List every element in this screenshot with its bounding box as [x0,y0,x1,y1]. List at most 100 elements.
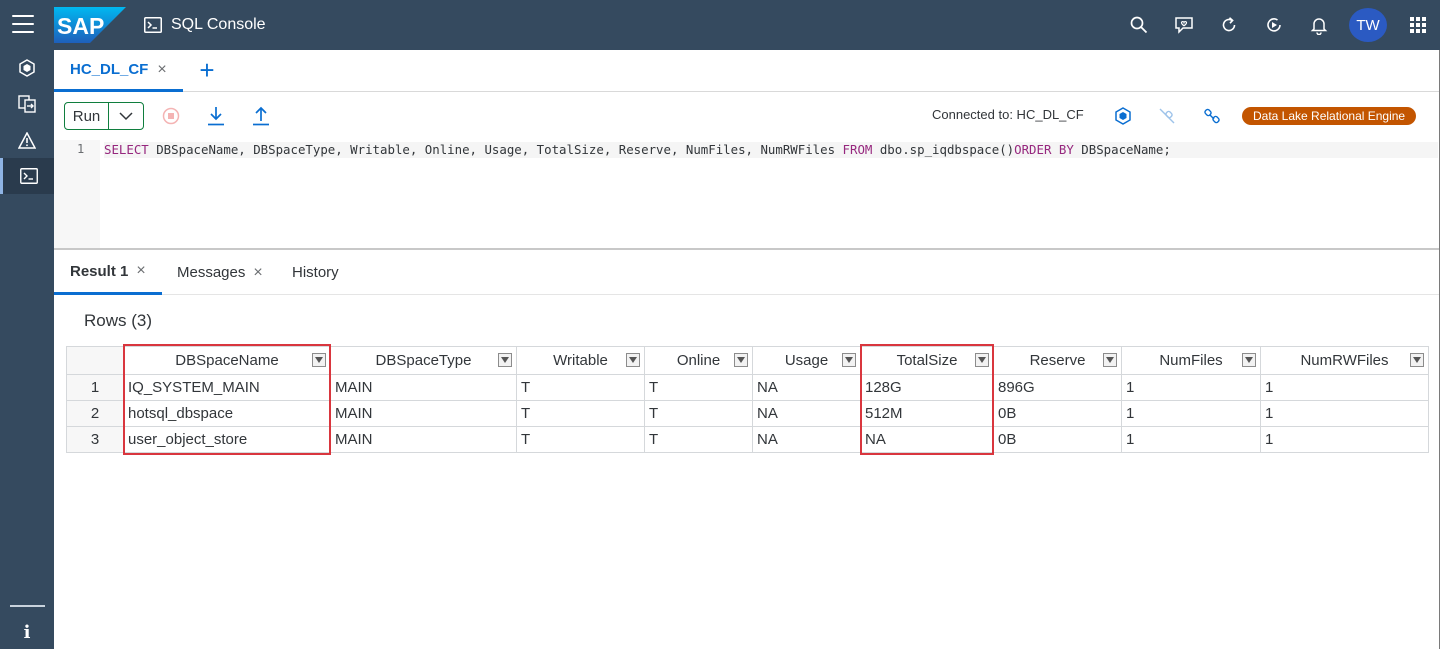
table-row[interactable]: 1 IQ_SYSTEM_MAIN MAIN T T NA 128G 896G 1 1 [66,374,1429,401]
close-icon[interactable]: × [136,262,145,280]
cell-dbspacename[interactable]: hotsql_dbspace [123,400,331,427]
cell-usage[interactable]: NA [752,426,861,453]
cell-numrwfiles[interactable]: 1 [1260,374,1429,401]
close-icon[interactable]: × [157,61,166,79]
sql-code-line[interactable]: SELECT DBSpaceName, DBSpaceType, Writabl… [104,142,1438,158]
info-icon[interactable]: i [0,617,54,647]
sql-keyword: ORDER BY [1014,142,1074,157]
refresh-icon [1222,17,1235,32]
menu-icon[interactable] [12,15,34,35]
bell-icon [1310,17,1327,35]
alerts-icon [18,131,36,149]
database-explorer-icon [1115,107,1131,125]
cell-reserve[interactable]: 0B [993,400,1122,427]
column-header-totalsize[interactable]: TotalSize [860,346,994,375]
tab-result-1[interactable]: Result 1 × [54,250,162,295]
upload-button[interactable] [247,102,275,130]
cell-writable[interactable]: T [516,426,645,453]
run-button[interactable]: Run [65,103,109,129]
add-tab-button[interactable]: + [194,57,220,83]
close-icon[interactable]: × [253,264,262,282]
column-header-writable[interactable]: Writable [516,346,645,375]
download-icon [208,107,224,126]
column-header-label: NumFiles [1159,352,1223,369]
feedback-button[interactable] [1161,0,1206,50]
column-header-dbspacetype[interactable]: DBSpaceType [330,346,517,375]
database-explorer-icon [19,59,35,77]
cell-dbspacetype[interactable]: MAIN [330,426,517,453]
tab-label: HC_DL_CF [70,61,149,78]
column-header-numrwfiles[interactable]: NumRWFiles [1260,346,1429,375]
nav-sql-console[interactable] [0,158,54,194]
cell-numfiles[interactable]: 1 [1121,374,1261,401]
app-title: SQL Console [171,16,266,33]
tab-history[interactable]: History [292,250,339,295]
cell-reserve[interactable]: 896G [993,374,1122,401]
cell-numfiles[interactable]: 1 [1121,400,1261,427]
cell-reserve[interactable]: 0B [993,426,1122,453]
search-button[interactable] [1116,0,1161,50]
run-history-button[interactable] [1251,0,1296,50]
cell-usage[interactable]: NA [752,374,861,401]
filter-icon[interactable] [842,353,856,367]
filter-icon[interactable] [498,353,512,367]
table-row[interactable]: 3 user_object_store MAIN T T NA NA 0B 1 1 [66,426,1429,453]
tab-messages[interactable]: Messages × [177,250,263,295]
column-header-online[interactable]: Online [644,346,753,375]
column-header-usage[interactable]: Usage [752,346,861,375]
side-navigation: i [0,50,54,649]
filter-icon[interactable] [1103,353,1117,367]
column-header-reserve[interactable]: Reserve [993,346,1122,375]
nav-database-explorer[interactable] [0,50,54,86]
sap-logo[interactable]: SAP [54,7,126,43]
change-connection-button[interactable] [1198,102,1226,130]
database-info-button[interactable] [1109,102,1137,130]
result-table: DBSpaceName DBSpaceType Writable Online Usag… [66,346,1429,453]
cell-writable[interactable]: T [516,400,645,427]
notifications-button[interactable] [1296,0,1341,50]
cell-writable[interactable]: T [516,374,645,401]
cell-dbspacename[interactable]: user_object_store [123,426,331,453]
cell-dbspacename[interactable]: IQ_SYSTEM_MAIN [123,374,331,401]
run-menu-button[interactable] [109,103,143,129]
column-header-label: Reserve [1029,352,1086,369]
row-number-header [66,346,124,375]
cell-totalsize[interactable]: 512M [860,400,994,427]
cell-numrwfiles[interactable]: 1 [1260,400,1429,427]
cell-online[interactable]: T [644,374,753,401]
column-header-numfiles[interactable]: NumFiles [1121,346,1261,375]
stop-button[interactable] [157,102,185,130]
app-title-group: SQL Console [144,14,266,36]
filter-icon[interactable] [626,353,640,367]
row-number: 3 [66,426,124,453]
cell-numrwfiles[interactable]: 1 [1260,426,1429,453]
cell-dbspacetype[interactable]: MAIN [330,400,517,427]
table-row[interactable]: 2 hotsql_dbspace MAIN T T NA 512M 0B 1 1 [66,400,1429,427]
column-header-label: Usage [784,352,829,369]
nav-alerts[interactable] [0,122,54,158]
nav-import-export[interactable] [0,86,54,122]
product-switch-button[interactable] [1395,0,1440,50]
refresh-button[interactable] [1206,0,1251,50]
sql-text: DBSpaceName, DBSpaceType, Writable, Onli… [148,142,843,157]
cell-online[interactable]: T [644,426,753,453]
download-button[interactable] [202,102,230,130]
cell-totalsize[interactable]: NA [860,426,994,453]
disconnect-button[interactable] [1153,102,1181,130]
cell-totalsize[interactable]: 128G [860,374,994,401]
filter-icon[interactable] [975,353,989,367]
cell-online[interactable]: T [644,400,753,427]
cell-usage[interactable]: NA [752,400,861,427]
filter-icon[interactable] [734,353,748,367]
filter-icon[interactable] [1410,353,1424,367]
editor-toolbar: Run Connected to: HC_DL_CF Data Lake Rel… [54,92,1440,140]
cell-numfiles[interactable]: 1 [1121,426,1261,453]
user-avatar[interactable]: TW [1349,8,1387,42]
tab-hc-dl-cf[interactable]: HC_DL_CF × [54,50,183,92]
cell-dbspacetype[interactable]: MAIN [330,374,517,401]
tab-label: Messages [177,264,246,281]
column-header-dbspacename[interactable]: DBSpaceName [123,346,331,375]
filter-icon[interactable] [1242,353,1256,367]
sql-editor[interactable]: 1 SELECT DBSpaceName, DBSpaceType, Writa… [54,140,1440,250]
filter-icon[interactable] [312,353,326,367]
